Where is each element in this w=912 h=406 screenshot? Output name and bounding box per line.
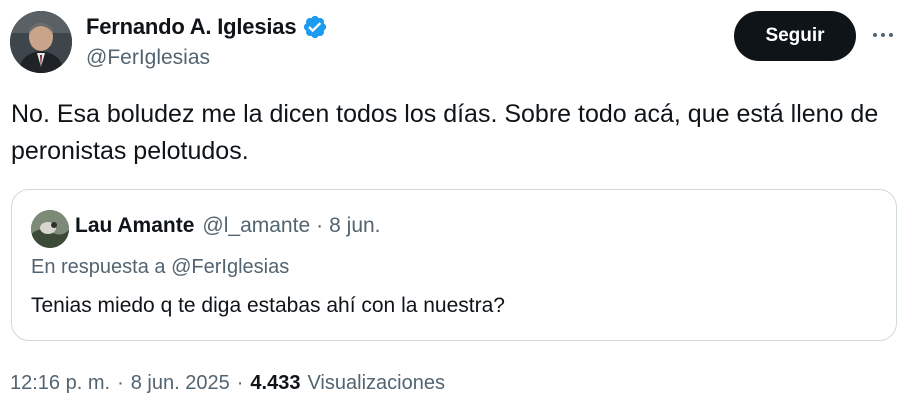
meta-separator: ·: [117, 372, 124, 394]
tweet-text: No. Esa boludez me la dicen todos los dí…: [11, 100, 879, 165]
quoted-author-avatar[interactable]: [31, 210, 69, 248]
quoted-meta: @l_amante · 8 jun.: [202, 214, 380, 238]
views-label: Visualizaciones: [307, 372, 445, 394]
author-avatar-image: [10, 11, 72, 73]
quoted-display-name[interactable]: Lau Amante: [75, 214, 194, 238]
author-name-row: Fernando A. Iglesias: [86, 14, 328, 40]
quoted-handle[interactable]: @l_amante: [202, 214, 310, 238]
author-handle[interactable]: @FerIglesias: [86, 46, 210, 70]
more-dot: [873, 33, 877, 37]
meta-separator: ·: [236, 372, 244, 394]
author-avatar[interactable]: [10, 11, 72, 73]
quoted-reply-context: En respuesta a @FerIglesias: [31, 256, 290, 278]
quoted-date[interactable]: 8 jun.: [329, 214, 380, 238]
more-icon[interactable]: [864, 18, 902, 52]
more-dot: [881, 33, 885, 37]
author-display-name[interactable]: Fernando A. Iglesias: [86, 14, 297, 40]
tweet-time[interactable]: 12:16 p. m.: [10, 372, 110, 395]
verified-badge-icon[interactable]: [302, 14, 328, 40]
follow-button[interactable]: Seguir: [734, 11, 856, 61]
quoted-header: Lau Amante @l_amante · 8 jun.: [75, 214, 381, 238]
tweet-date[interactable]: 8 jun. 2025: [131, 372, 230, 395]
quoted-separator: ·: [316, 214, 324, 237]
tweet-meta: 12:16 p. m. · 8 jun. 2025 · 4.433 Visual…: [10, 372, 445, 395]
quoted-avatar-image: [31, 210, 69, 248]
more-dot: [889, 33, 893, 37]
views-count: 4.433: [250, 372, 301, 394]
quoted-tweet[interactable]: Lau Amante @l_amante · 8 jun. En respues…: [11, 189, 897, 341]
quoted-text: Tenias miedo q te diga estabas ahí con l…: [31, 294, 505, 317]
tweet: Fernando A. Iglesias @FerIglesias Seguir…: [0, 0, 912, 406]
